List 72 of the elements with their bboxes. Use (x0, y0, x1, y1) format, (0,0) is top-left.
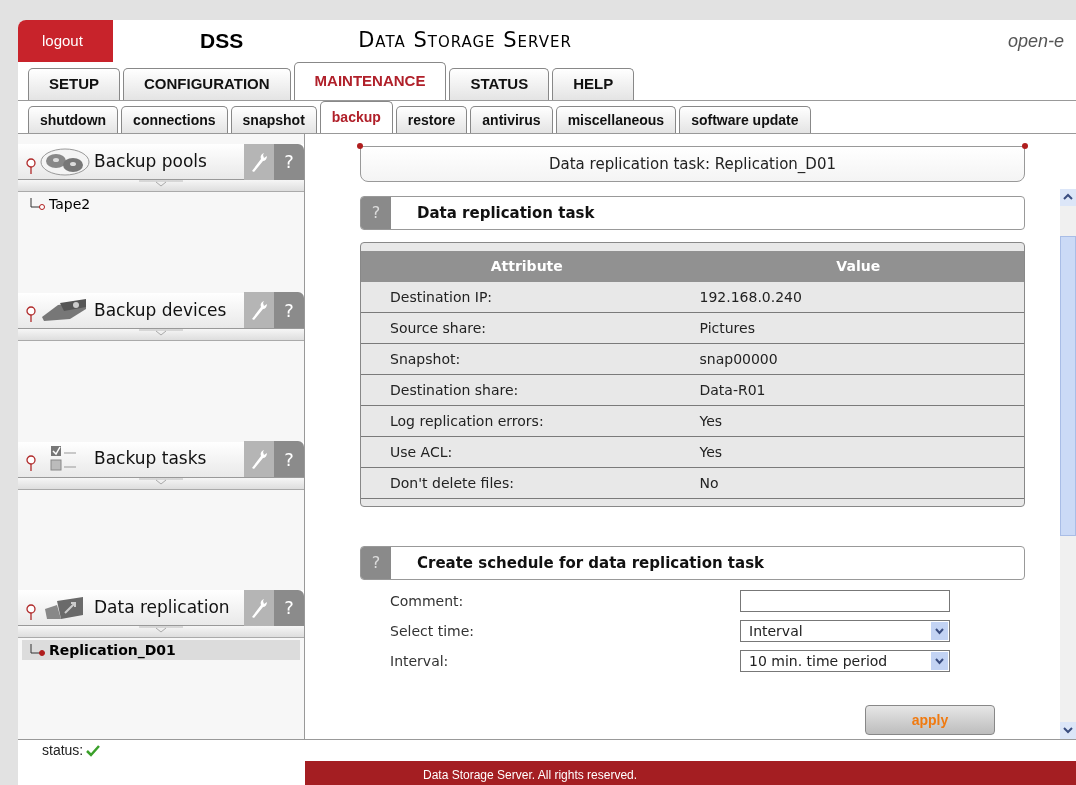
table-cell-text: Yes (698, 411, 724, 431)
column-header: Attribute (489, 257, 564, 276)
table-cell-text: Data-R01 (698, 380, 767, 400)
panel-title: Data replication task (417, 202, 595, 224)
main-tab[interactable]: MAINTENANCE (293, 62, 447, 100)
collapse-handle-icon[interactable] (138, 328, 184, 337)
tree-branch-icon (30, 198, 46, 210)
table-cell-text: Log replication errors: (389, 411, 545, 431)
logout-button[interactable]: logout (18, 20, 113, 62)
select-field[interactable]: Interval (740, 620, 950, 642)
main-tab[interactable]: STATUS (449, 68, 550, 100)
scroll-thumb[interactable] (1060, 236, 1076, 536)
section-title: Data replication (94, 596, 231, 619)
product-logo: DSS (200, 28, 244, 55)
sub-tab[interactable]: software update (679, 106, 811, 133)
section-title: Backup devices (94, 298, 228, 322)
wrench-icon (250, 150, 268, 173)
table-cell-text: Use ACL: (389, 442, 454, 462)
comment-field[interactable] (740, 590, 950, 612)
table-cell-text: Destination share: (389, 380, 520, 400)
status-label: status: (42, 741, 84, 760)
tree-item[interactable]: Tape2 (22, 194, 300, 214)
pin-icon (26, 603, 36, 620)
tree-branch-icon (30, 644, 46, 657)
wrench-button[interactable] (244, 589, 274, 626)
field-label: Interval: (390, 651, 450, 671)
section-title: Backup pools (94, 149, 208, 173)
main-tab[interactable]: SETUP (28, 68, 120, 100)
page-title-bar: Data replication task: Replication_D01 (360, 146, 1025, 182)
sub-tab[interactable]: backup (319, 101, 393, 133)
table-cell-text: Pictures (698, 318, 756, 338)
table-cell-text: Source share: (389, 318, 488, 338)
select-field[interactable]: 10 min. time period (740, 650, 950, 672)
table-cell-text: snap00000 (698, 349, 779, 369)
main-tab[interactable]: CONFIGURATION (123, 68, 291, 100)
section-title: Backup tasks (94, 447, 208, 471)
wrench-button[interactable] (244, 292, 274, 329)
scrollbar[interactable] (1060, 189, 1076, 739)
sub-tab[interactable]: shutdown (28, 106, 119, 133)
table-cell-text: 192.168.0.240 (698, 287, 803, 307)
main-tab[interactable]: HELP (552, 68, 635, 100)
panel-title: Create schedule for data replication task (417, 552, 765, 574)
footer-text: Data Storage Server. All rights reserved. (423, 767, 638, 784)
sub-tab[interactable]: snapshot (230, 106, 317, 133)
table-cell-text: No (698, 473, 720, 493)
wrench-button[interactable] (244, 441, 274, 477)
scroll-down-icon[interactable] (1060, 722, 1076, 739)
pin-icon (26, 455, 36, 471)
scroll-up-icon[interactable] (1060, 189, 1076, 206)
field-label: Comment: (390, 591, 465, 611)
brand-logo: open-e (1007, 29, 1064, 53)
collapse-handle-icon[interactable] (138, 180, 184, 188)
table-cell-text: Snapshot: (389, 349, 462, 369)
sub-tab[interactable]: miscellaneous (555, 106, 677, 133)
wrench-button[interactable] (244, 143, 274, 180)
pin-icon (26, 306, 36, 323)
column-header: Value (835, 257, 882, 276)
table-cell-text: Don't delete files: (389, 473, 515, 493)
wrench-icon (250, 448, 268, 470)
pin-icon (26, 157, 36, 174)
field-label: Select time: (390, 621, 475, 641)
sub-tab[interactable]: restore (395, 106, 468, 133)
app-title: Data Storage Server (358, 27, 572, 55)
collapse-handle-icon[interactable] (138, 626, 184, 635)
table-cell-text: Yes (698, 442, 724, 462)
sub-tab[interactable]: antivirus (470, 106, 553, 133)
sub-tab[interactable]: connections (121, 106, 228, 133)
wrench-icon (250, 596, 268, 619)
collapse-handle-icon[interactable] (138, 477, 184, 486)
table-cell-text: Destination IP: (389, 287, 494, 307)
tree-item[interactable]: Replication_D01 (22, 640, 300, 661)
wrench-icon (250, 299, 268, 322)
